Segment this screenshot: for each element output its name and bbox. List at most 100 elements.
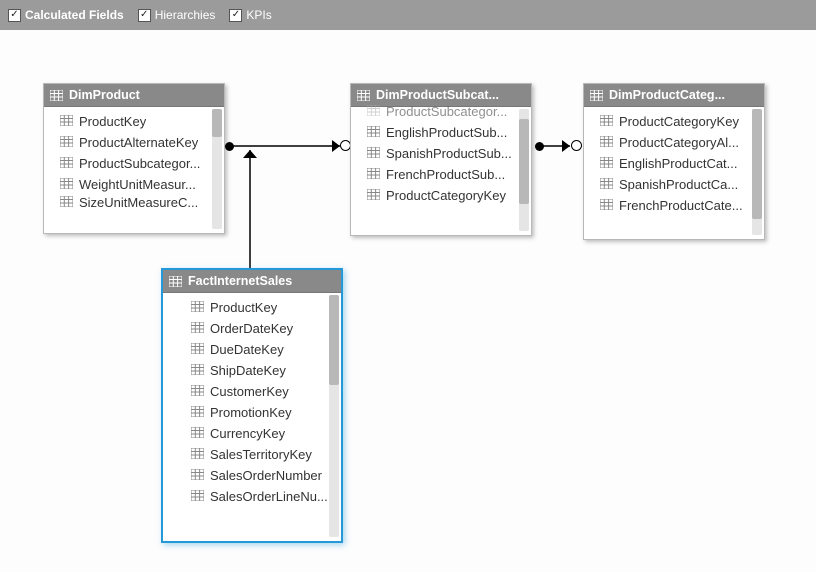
- scrollbar-thumb[interactable]: [212, 109, 222, 137]
- diagram-canvas[interactable]: DimProduct ProductKey ProductAlternateKe…: [0, 30, 816, 572]
- table-factinternetsales[interactable]: FactInternetSales ProductKey OrderDateKe…: [161, 268, 343, 543]
- column-icon: [60, 177, 73, 192]
- toolbar-item-hierarchies[interactable]: ✓ Hierarchies: [138, 8, 216, 22]
- scrollbar[interactable]: [329, 295, 339, 537]
- table-header[interactable]: DimProduct: [44, 84, 224, 107]
- table-header[interactable]: DimProductCateg...: [584, 84, 764, 107]
- table-dimproductsubcat[interactable]: DimProductSubcat... ProductSubcategor...…: [350, 83, 532, 236]
- table-field[interactable]: SpanishProductCa...: [588, 174, 760, 195]
- field-label: ProductAlternateKey: [79, 135, 198, 150]
- table-title: FactInternetSales: [188, 274, 292, 288]
- column-icon: [191, 405, 204, 420]
- table-field[interactable]: SalesTerritoryKey: [179, 444, 337, 465]
- field-label: FrenchProductSub...: [386, 167, 505, 182]
- column-icon: [191, 447, 204, 462]
- scrollbar-thumb[interactable]: [752, 109, 762, 219]
- column-icon: [600, 114, 613, 129]
- column-icon: [191, 468, 204, 483]
- table-field[interactable]: ProductAlternateKey: [48, 132, 220, 153]
- table-icon: [169, 276, 182, 287]
- filter-toolbar: ✓ Calculated Fields ✓ Hierarchies ✓ KPIs: [0, 0, 816, 30]
- toolbar-item-label: Calculated Fields: [25, 8, 124, 22]
- field-label: OrderDateKey: [210, 321, 293, 336]
- table-body: ProductKey OrderDateKey DueDateKey ShipD…: [163, 293, 341, 541]
- table-field[interactable]: CurrencyKey: [179, 423, 337, 444]
- scrollbar[interactable]: [212, 109, 222, 229]
- table-icon: [50, 90, 63, 101]
- field-label: ProductCategoryAl...: [619, 135, 739, 150]
- table-title: DimProductCateg...: [609, 88, 725, 102]
- column-icon: [191, 321, 204, 336]
- table-field[interactable]: SalesOrderNumber: [179, 465, 337, 486]
- column-icon: [191, 384, 204, 399]
- column-icon: [191, 489, 204, 504]
- table-field[interactable]: DueDateKey: [179, 339, 337, 360]
- field-label: FrenchProductCate...: [619, 198, 743, 213]
- field-label: SpanishProductCa...: [619, 177, 738, 192]
- field-label: ProductSubcategor...: [79, 156, 200, 171]
- table-field[interactable]: SalesOrderLineNu...: [179, 486, 337, 507]
- field-label: SalesOrderLineNu...: [210, 489, 328, 504]
- toolbar-item-label: KPIs: [246, 8, 271, 22]
- relation-endpoint: [225, 142, 234, 151]
- column-icon: [60, 156, 73, 171]
- field-label: ProductCategoryKey: [619, 114, 739, 129]
- column-icon: [367, 125, 380, 140]
- relation-endpoint: [571, 140, 582, 151]
- column-icon: [600, 156, 613, 171]
- checkbox-icon: ✓: [229, 9, 242, 22]
- field-label: EnglishProductCat...: [619, 156, 738, 171]
- table-field[interactable]: FrenchProductSub...: [355, 164, 527, 185]
- toolbar-item-calculated-fields[interactable]: ✓ Calculated Fields: [8, 8, 124, 22]
- column-icon: [60, 114, 73, 129]
- toolbar-item-label: Hierarchies: [155, 8, 216, 22]
- column-icon: [60, 135, 73, 150]
- table-field[interactable]: ProductCategoryAl...: [588, 132, 760, 153]
- table-dimproduct[interactable]: DimProduct ProductKey ProductAlternateKe…: [43, 83, 225, 234]
- field-label: SizeUnitMeasureC...: [79, 195, 198, 209]
- table-field[interactable]: ShipDateKey: [179, 360, 337, 381]
- table-icon: [590, 90, 603, 101]
- table-title: DimProduct: [69, 88, 140, 102]
- scrollbar-thumb[interactable]: [519, 119, 529, 204]
- table-field[interactable]: CustomerKey: [179, 381, 337, 402]
- scrollbar-thumb[interactable]: [329, 295, 339, 385]
- table-field[interactable]: ProductCategoryKey: [355, 185, 527, 206]
- table-field[interactable]: OrderDateKey: [179, 318, 337, 339]
- column-icon: [191, 342, 204, 357]
- column-icon: [191, 300, 204, 315]
- toolbar-item-kpis[interactable]: ✓ KPIs: [229, 8, 271, 22]
- field-label: ProductCategoryKey: [386, 188, 506, 203]
- scrollbar[interactable]: [752, 109, 762, 235]
- field-label: ProductKey: [79, 114, 146, 129]
- table-field[interactable]: PromotionKey: [179, 402, 337, 423]
- table-field[interactable]: SpanishProductSub...: [355, 143, 527, 164]
- field-label: SalesTerritoryKey: [210, 447, 312, 462]
- scrollbar[interactable]: [519, 109, 529, 231]
- field-label: SalesOrderNumber: [210, 468, 322, 483]
- field-label: SpanishProductSub...: [386, 146, 512, 161]
- column-icon: [600, 135, 613, 150]
- table-field[interactable]: EnglishProductSub...: [355, 122, 527, 143]
- table-field[interactable]: ProductSubcategor...: [48, 153, 220, 174]
- table-field[interactable]: SizeUnitMeasureC...: [48, 195, 220, 209]
- table-field[interactable]: ProductKey: [179, 297, 337, 318]
- table-field[interactable]: ProductCategoryKey: [588, 111, 760, 132]
- field-label: ShipDateKey: [210, 363, 286, 378]
- column-icon: [367, 167, 380, 182]
- relation-endpoint: [535, 142, 544, 151]
- table-title: DimProductSubcat...: [376, 88, 499, 102]
- column-icon: [191, 426, 204, 441]
- table-field[interactable]: EnglishProductCat...: [588, 153, 760, 174]
- table-dimproductcateg[interactable]: DimProductCateg... ProductCategoryKey Pr…: [583, 83, 765, 240]
- column-icon: [600, 198, 613, 213]
- table-field[interactable]: ProductSubcategor...: [355, 101, 527, 122]
- table-field[interactable]: ProductKey: [48, 111, 220, 132]
- table-header[interactable]: FactInternetSales: [163, 270, 341, 293]
- table-field[interactable]: WeightUnitMeasur...: [48, 174, 220, 195]
- field-label: ProductSubcategor...: [386, 104, 507, 119]
- table-body: ProductSubcategor... EnglishProductSub..…: [351, 107, 531, 235]
- checkbox-icon: ✓: [8, 9, 21, 22]
- table-field[interactable]: FrenchProductCate...: [588, 195, 760, 216]
- field-label: WeightUnitMeasur...: [79, 177, 196, 192]
